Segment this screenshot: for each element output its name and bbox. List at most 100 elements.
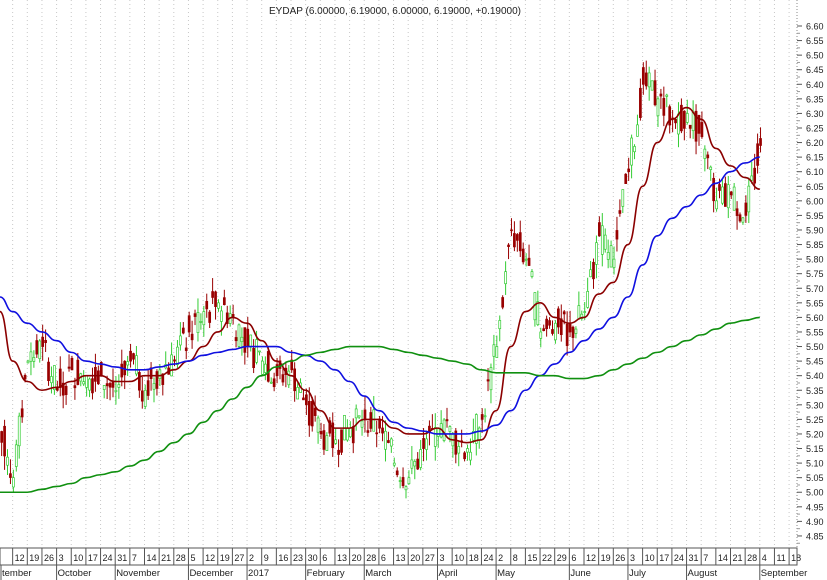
candle-down xyxy=(211,291,214,298)
candle-up xyxy=(398,480,402,482)
candle-down xyxy=(70,357,74,371)
candle-down xyxy=(319,431,323,435)
candle-down xyxy=(64,385,68,395)
candle-down xyxy=(571,326,575,338)
candle-down xyxy=(129,350,132,362)
candle-up xyxy=(287,370,291,386)
candle-up xyxy=(88,378,91,391)
week-label: 22 xyxy=(542,553,552,563)
candle-down xyxy=(706,154,710,159)
candle-down xyxy=(307,401,311,426)
candle-down xyxy=(416,458,420,470)
candle-down xyxy=(0,431,3,443)
candle-up xyxy=(255,339,258,363)
candle-up xyxy=(554,322,557,341)
candle-down xyxy=(105,383,109,387)
candle-up xyxy=(6,456,9,466)
candle-up xyxy=(316,417,320,433)
candle-down xyxy=(132,353,135,360)
candle-down xyxy=(20,408,24,418)
candle-down xyxy=(463,452,466,460)
candle-up xyxy=(595,242,598,265)
candle-down xyxy=(214,291,217,307)
candle-down xyxy=(184,347,188,351)
y-tick-label: 5.90 xyxy=(806,225,824,235)
week-label: 14 xyxy=(718,553,728,563)
candle-down xyxy=(618,210,622,214)
y-tick-label: 6.35 xyxy=(806,94,824,104)
candle-down xyxy=(23,375,27,380)
y-tick-label: 5.15 xyxy=(806,444,824,454)
month-label: November xyxy=(116,568,160,579)
candle-down xyxy=(363,409,367,420)
y-tick-label: 6.10 xyxy=(806,167,824,177)
candle-up xyxy=(603,234,607,250)
candle-down xyxy=(94,366,97,382)
y-tick-label: 5.60 xyxy=(806,313,824,323)
candle-up xyxy=(419,449,422,468)
candle-down xyxy=(682,110,686,129)
candle-up xyxy=(117,384,121,388)
candle-down xyxy=(378,418,381,429)
candle-up xyxy=(176,346,179,366)
week-label: 7 xyxy=(132,553,137,563)
candle-up xyxy=(413,461,417,467)
candle-down xyxy=(653,80,657,106)
candle-down xyxy=(146,380,150,396)
week-label: 31 xyxy=(689,553,699,563)
candle-up xyxy=(636,124,639,137)
candle-up xyxy=(524,258,528,261)
week-label: 16 xyxy=(278,553,288,563)
week-label: 6 xyxy=(571,553,576,563)
candle-up xyxy=(26,360,30,364)
candle-up xyxy=(448,426,452,432)
week-label: 3 xyxy=(59,553,64,563)
candle-up xyxy=(384,430,387,450)
candle-up xyxy=(50,376,53,384)
week-label: 19 xyxy=(29,553,39,563)
candle-up xyxy=(404,486,408,491)
week-label: 10 xyxy=(454,553,464,563)
candle-up xyxy=(721,186,724,204)
candle-up xyxy=(633,146,636,153)
candle-down xyxy=(246,328,250,347)
month-label: December xyxy=(189,568,233,579)
candle-up xyxy=(269,381,273,384)
candle-down xyxy=(548,320,551,326)
y-tick-label: 5.50 xyxy=(806,342,824,352)
candle-down xyxy=(76,359,80,385)
candle-down xyxy=(375,432,379,435)
week-label: 28 xyxy=(747,553,757,563)
candle-up xyxy=(126,361,129,366)
y-tick-label: 5.70 xyxy=(806,284,824,294)
candle-down xyxy=(735,208,739,216)
candle-down xyxy=(123,360,127,376)
week-label: 7 xyxy=(703,553,708,563)
week-label: 18 xyxy=(791,553,801,563)
y-tick-label: 6.15 xyxy=(806,153,824,163)
candle-down xyxy=(96,370,100,385)
candle-down xyxy=(401,477,405,487)
candle-down xyxy=(568,323,572,333)
candle-down xyxy=(521,248,525,263)
candle-up xyxy=(220,310,223,322)
candle-up xyxy=(726,184,730,209)
month-label: June xyxy=(570,568,591,579)
candle-up xyxy=(677,113,680,135)
candle-up xyxy=(498,320,502,330)
candle-down xyxy=(624,173,628,184)
candle-down xyxy=(387,440,390,443)
candle-down xyxy=(615,230,619,240)
candle-up xyxy=(357,415,361,418)
y-tick-label: 6.05 xyxy=(806,182,824,192)
candle-down xyxy=(724,183,727,207)
candle-down xyxy=(337,449,340,455)
week-label: 10 xyxy=(645,553,655,563)
candle-down xyxy=(712,177,715,202)
month-label: tember xyxy=(2,568,32,579)
week-label: 3 xyxy=(440,553,445,563)
candle-down xyxy=(738,214,742,222)
candle-up xyxy=(536,301,540,326)
candle-up xyxy=(392,462,396,466)
chart-title: EYDAP (6.00000, 6.19000, 6.00000, 6.1900… xyxy=(269,6,521,17)
